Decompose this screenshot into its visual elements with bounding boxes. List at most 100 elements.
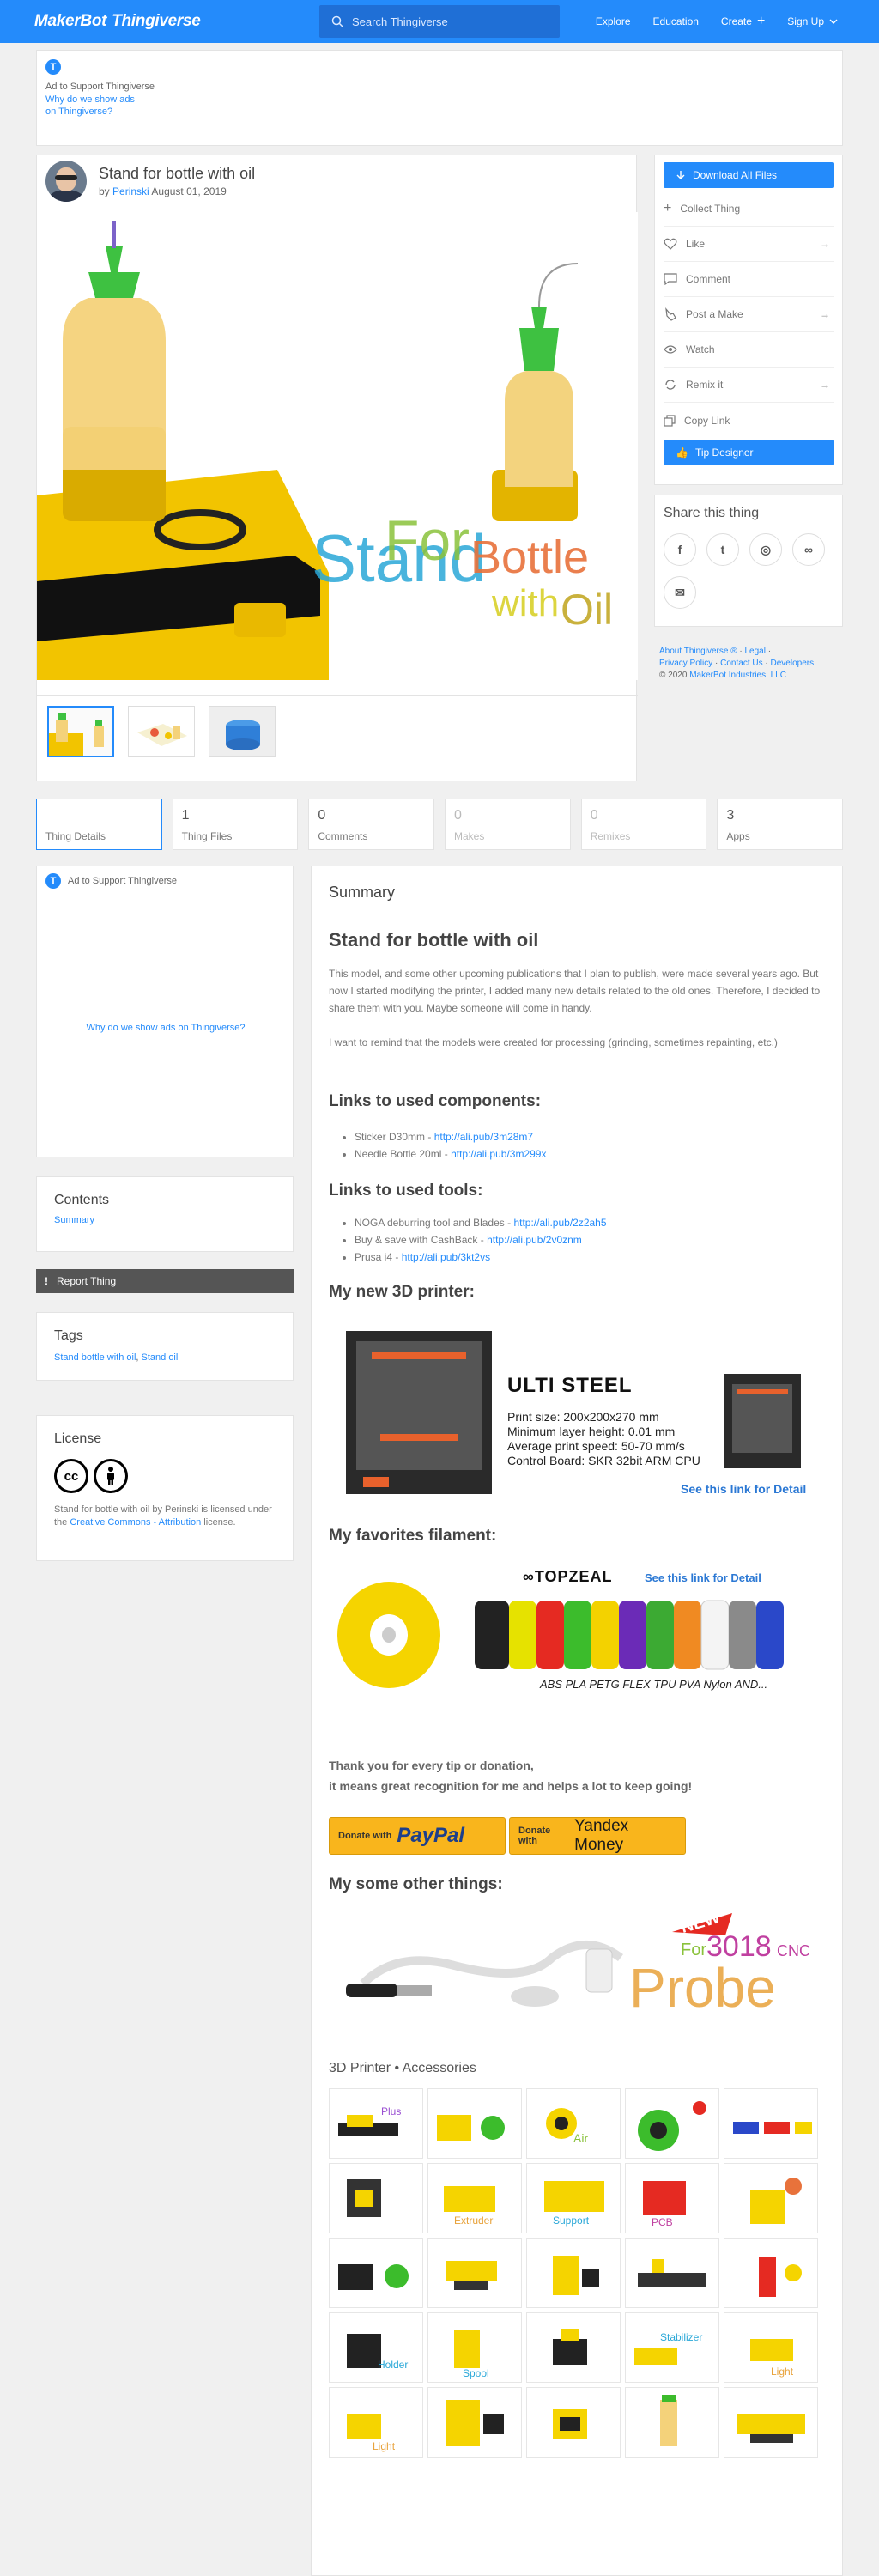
comment-button[interactable]: Comment	[664, 262, 834, 297]
collection-thumbnail[interactable]	[329, 2238, 423, 2308]
svg-text:Light: Light	[771, 2366, 794, 2378]
collection-thumbnail[interactable]: PCB	[625, 2163, 719, 2233]
contact-link[interactable]: Contact Us	[720, 659, 762, 668]
email-icon[interactable]: ✉	[664, 576, 696, 609]
nav-signup-label: Sign Up	[787, 15, 824, 27]
collection-thumbnail[interactable]: Light	[724, 2312, 818, 2383]
contents-summary-link[interactable]: Summary	[54, 1215, 276, 1225]
eye-icon	[664, 345, 677, 354]
printer-detail-link[interactable]: See this link for Detail	[681, 1482, 806, 1496]
collection-thumbnail[interactable]	[526, 2387, 621, 2458]
nav-signup[interactable]: Sign Up	[787, 15, 838, 27]
collection-thumbnail[interactable]	[724, 2163, 818, 2233]
about-link[interactable]: About Thingiverse ®	[659, 647, 737, 656]
tab-label: Apps	[726, 830, 750, 842]
developers-link[interactable]: Developers	[771, 659, 815, 668]
collection-thumbnail[interactable]	[526, 2238, 621, 2308]
filament-banner[interactable]: ∞TOPZEAL See this link for Detail ABS PL…	[329, 1558, 816, 1704]
copy-link-button[interactable]: Copy Link	[664, 403, 834, 438]
svg-text:Air: Air	[573, 2131, 588, 2145]
thumbnail-3[interactable]	[209, 706, 276, 757]
item-link[interactable]: http://ali.pub/2z2ah5	[513, 1217, 606, 1229]
collection-thumbnail[interactable]: Air	[526, 2088, 621, 2159]
collection-thumbnail[interactable]	[625, 2238, 719, 2308]
thing-byline: by Perinski August 01, 2019	[99, 185, 255, 197]
collection-thumbnail[interactable]: Extruder	[427, 2163, 522, 2233]
collection-thumbnail[interactable]	[724, 2238, 818, 2308]
like-button[interactable]: Like →	[664, 227, 834, 262]
collection-thumbnail[interactable]: Plus	[329, 2088, 423, 2159]
item-text: Prusa i4 -	[355, 1251, 402, 1263]
nav-education[interactable]: Education	[653, 15, 699, 27]
svg-text:Support: Support	[553, 2215, 590, 2227]
why-ads-link[interactable]: Why do we show ads	[45, 94, 834, 106]
alert-icon: !	[45, 1275, 48, 1287]
probe-word: Probe	[629, 1957, 776, 2019]
collection-thumbnail[interactable]: Support	[526, 2163, 621, 2233]
collection-thumbnail[interactable]	[427, 2387, 522, 2458]
collection-thumbnail[interactable]: Stabilizer	[625, 2312, 719, 2383]
tip-designer-button[interactable]: 👍 Tip Designer	[664, 440, 834, 465]
hero-image[interactable]: Stand For Bottle with Oil	[37, 212, 638, 680]
tab-remixes[interactable]: 0 Remixes	[580, 799, 707, 850]
collection-thumbnail[interactable]	[724, 2387, 818, 2458]
legal-link[interactable]: Legal	[744, 647, 765, 656]
avatar[interactable]	[45, 161, 87, 202]
probe-banner[interactable]: NEW For 3018 CNC Probe	[329, 1906, 816, 2035]
collect-thing-button[interactable]: + Collect Thing	[664, 191, 834, 227]
license-link[interactable]: Creative Commons - Attribution	[70, 1517, 201, 1528]
tab-thing-files[interactable]: 1 Thing Files	[172, 799, 299, 850]
link-icon[interactable]: ∞	[792, 533, 825, 566]
whatsapp-icon[interactable]: ◎	[749, 533, 782, 566]
tab-thing-details[interactable]: Thing Details	[36, 799, 162, 850]
item-link[interactable]: http://ali.pub/3m28m7	[434, 1131, 533, 1143]
printer-banner[interactable]: ULTI STEEL Print size: 200x200x270 mm Mi…	[329, 1314, 816, 1503]
svg-text:Holder: Holder	[378, 2359, 408, 2371]
search-input[interactable]: Search Thingiverse	[319, 5, 560, 38]
thumbnail-2[interactable]	[128, 706, 195, 757]
tag-link[interactable]: Stand oil	[142, 1352, 179, 1363]
donate-yandex-button[interactable]: Donate with Yandex Money	[509, 1817, 686, 1855]
item-link[interactable]: http://ali.pub/2v0znm	[487, 1234, 582, 1246]
nav-explore[interactable]: Explore	[596, 15, 631, 27]
collection-thumbnail[interactable]	[427, 2238, 522, 2308]
watch-button[interactable]: Watch	[664, 332, 834, 368]
collection-thumbnail[interactable]: Spool	[427, 2312, 522, 2383]
twitter-icon[interactable]: t	[706, 533, 739, 566]
tab-comments[interactable]: 0 Comments	[308, 799, 435, 850]
nav-create[interactable]: Create +	[721, 14, 765, 29]
tab-apps[interactable]: 3 Apps	[717, 799, 844, 850]
donate-paypal-button[interactable]: Donate with PayPal	[329, 1817, 506, 1855]
download-all-button[interactable]: Download All Files	[664, 162, 834, 188]
thanks-line-2: it means great recognition for me and he…	[329, 1779, 693, 1793]
post-make-button[interactable]: Post a Make →	[664, 297, 834, 332]
tag-link[interactable]: Stand bottle with oil	[54, 1352, 136, 1363]
company-link[interactable]: MakerBot Industries, LLC	[689, 671, 786, 680]
logo-makerbot: MakerBot	[34, 12, 107, 30]
filament-detail-link[interactable]: See this link for Detail	[645, 1571, 761, 1584]
svg-text:Stabilizer: Stabilizer	[660, 2331, 702, 2343]
donate-buttons: Donate with PayPal Donate with Yandex Mo…	[329, 1817, 825, 1855]
collection-thumbnail[interactable]: Light	[329, 2387, 423, 2458]
facebook-icon[interactable]: f	[664, 533, 696, 566]
collection-thumbnail[interactable]	[427, 2088, 522, 2159]
svg-text:Light: Light	[373, 2440, 396, 2452]
thumbnail-1[interactable]	[47, 706, 114, 757]
list-item: Sticker D30mm - http://ali.pub/3m28m7	[355, 1128, 825, 1145]
item-link[interactable]: http://ali.pub/3m299x	[451, 1148, 546, 1160]
author-link[interactable]: Perinski	[112, 185, 149, 197]
collection-thumbnail[interactable]	[329, 2163, 423, 2233]
item-link[interactable]: http://ali.pub/3kt2vs	[402, 1251, 490, 1263]
privacy-link[interactable]: Privacy Policy	[659, 659, 712, 668]
collection-thumbnail[interactable]: Holder	[329, 2312, 423, 2383]
collection-thumbnail[interactable]	[625, 2387, 719, 2458]
collection-thumbnail[interactable]	[625, 2088, 719, 2159]
collection-thumbnail[interactable]	[724, 2088, 818, 2159]
logo[interactable]: MakerBot Thingiverse	[34, 12, 201, 31]
tab-makes[interactable]: 0 Makes	[445, 799, 571, 850]
collection-thumbnail[interactable]	[526, 2312, 621, 2383]
why-ads-link-2[interactable]: on Thingiverse?	[45, 106, 834, 118]
report-thing-button[interactable]: ! Report Thing	[36, 1269, 294, 1293]
why-ads-link[interactable]: Why do we show ads on Thingiverse?	[37, 1023, 294, 1033]
remix-button[interactable]: Remix it →	[664, 368, 834, 403]
